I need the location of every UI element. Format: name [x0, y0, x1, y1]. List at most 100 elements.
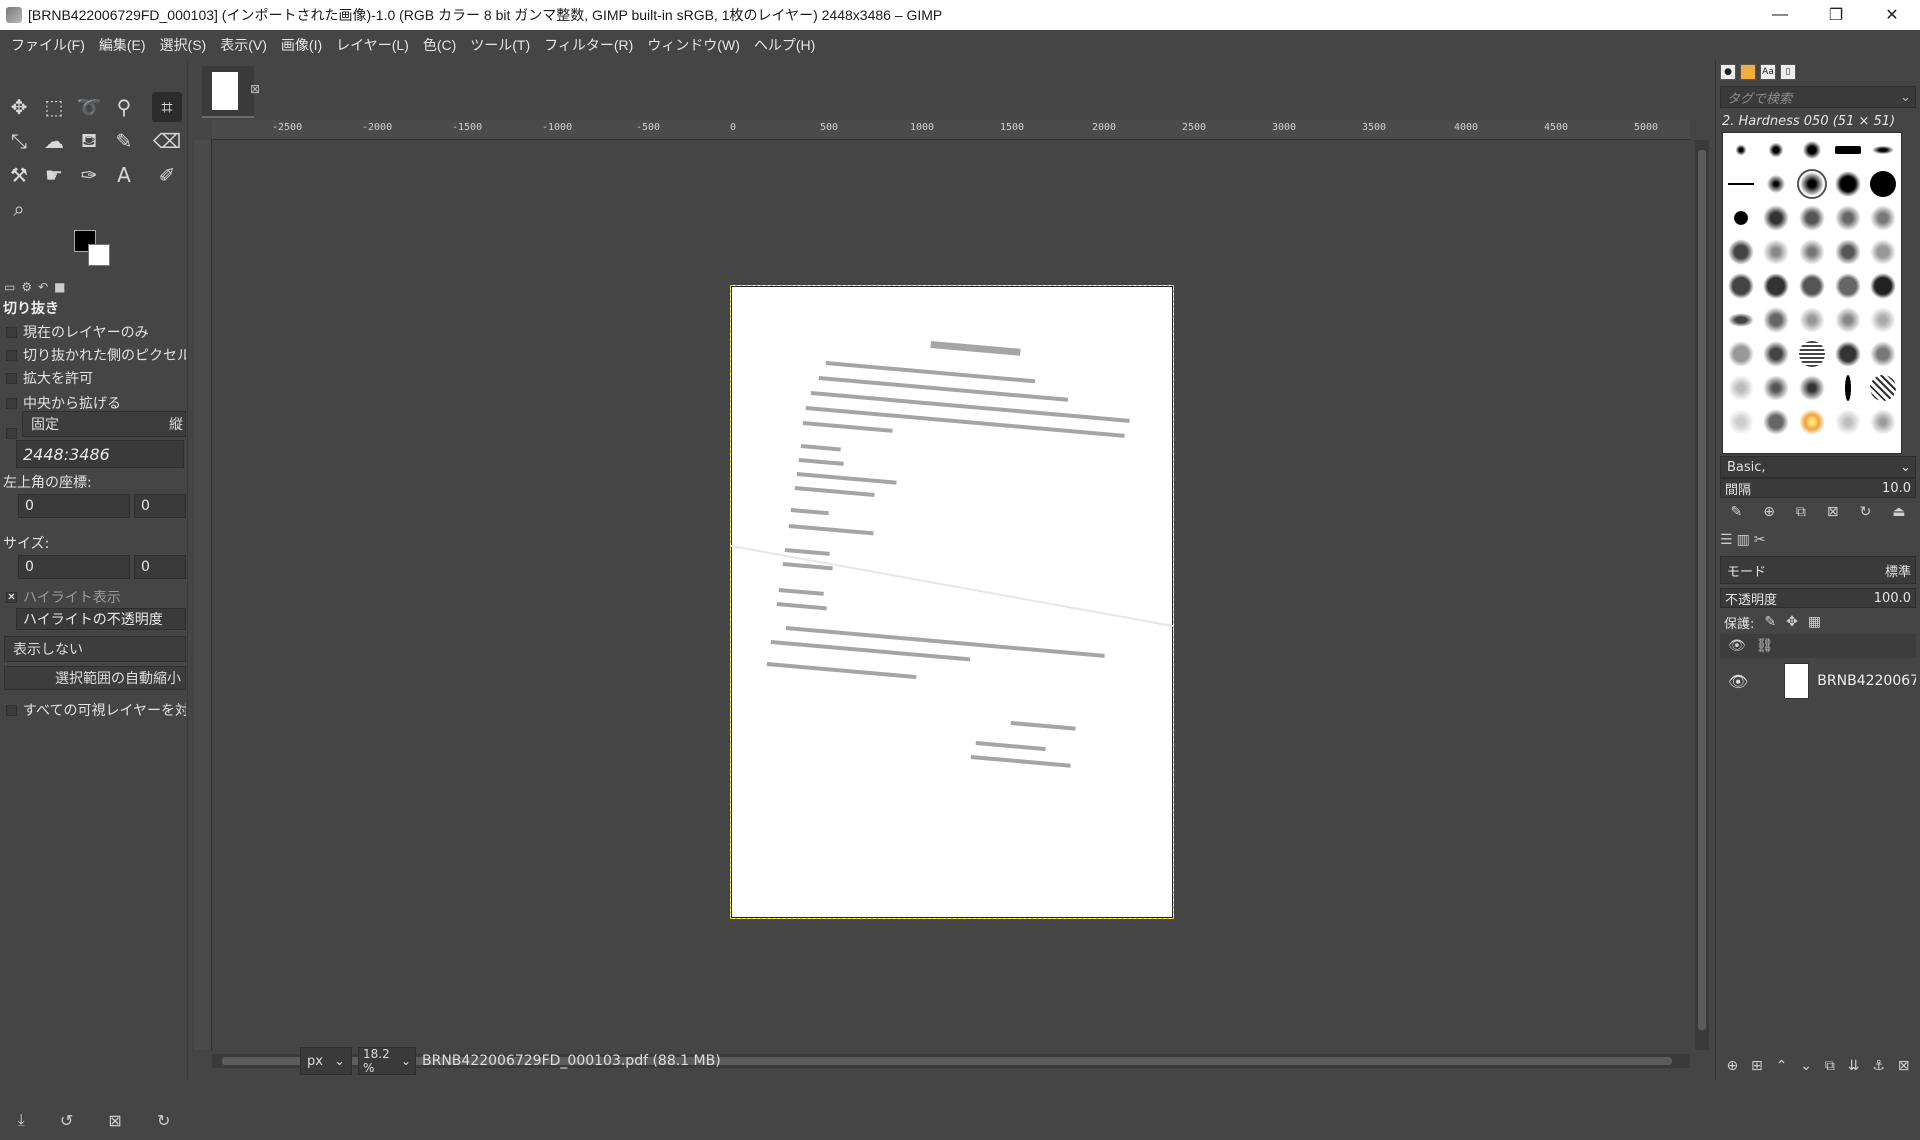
brush-item[interactable]: [1834, 273, 1861, 299]
duplicate-layer-icon[interactable]: ⧉: [1825, 1058, 1835, 1074]
patterns-tab-icon[interactable]: [1740, 64, 1756, 80]
vertical-scrollbar[interactable]: [1695, 140, 1709, 1050]
smudge-tool-icon[interactable]: ☛: [39, 160, 69, 190]
new-group-icon[interactable]: ⊞: [1751, 1058, 1763, 1074]
restore-options-icon[interactable]: ↺: [60, 1111, 73, 1130]
vertical-ruler[interactable]: [194, 140, 212, 1050]
layer-visibility-eye-icon[interactable]: 👁: [1728, 672, 1748, 691]
transform-tool-icon[interactable]: ⤡: [4, 126, 34, 156]
checkbox[interactable]: [6, 397, 17, 409]
new-layer-icon[interactable]: ⊕: [1726, 1058, 1738, 1074]
position-x-field[interactable]: 0: [18, 494, 130, 518]
eraser-tool-icon[interactable]: ⌫: [152, 126, 182, 156]
raise-layer-icon[interactable]: ⌃: [1776, 1058, 1788, 1074]
unit-dropdown[interactable]: px ⌄: [300, 1047, 352, 1075]
menu-filters[interactable]: フィルター(R): [537, 35, 640, 55]
brush-spacing-slider[interactable]: 間隔 10.0: [1720, 478, 1916, 498]
size-height-field[interactable]: 0: [134, 555, 186, 579]
brush-item[interactable]: [1727, 409, 1754, 435]
brush-item[interactable]: [1834, 409, 1861, 435]
delete-layer-icon[interactable]: ⊠: [1898, 1058, 1910, 1074]
checkbox[interactable]: [6, 349, 17, 361]
brush-item[interactable]: [1870, 239, 1897, 265]
brush-item[interactable]: [1870, 273, 1897, 299]
restore-button[interactable]: ❐: [1808, 0, 1864, 30]
brush-item[interactable]: [1870, 307, 1897, 333]
color-swatches[interactable]: [74, 230, 124, 276]
document-image[interactable]: [730, 285, 1174, 919]
brush-item[interactable]: [1763, 307, 1790, 333]
guides-dropdown[interactable]: 表示しない: [4, 636, 186, 662]
edit-brush-icon[interactable]: ✎: [1730, 504, 1742, 520]
delete-cropped-option[interactable]: 切り抜かれた側のピクセル: [6, 345, 186, 365]
brush-item[interactable]: [1834, 205, 1861, 231]
brush-item[interactable]: [1763, 273, 1790, 299]
channels-tab-icon[interactable]: ▥: [1737, 532, 1750, 550]
brush-item-selected[interactable]: [1796, 169, 1827, 199]
new-brush-icon[interactable]: ⊕: [1763, 504, 1775, 520]
delete-options-icon[interactable]: ⊠: [108, 1111, 121, 1130]
undo-history-tab-icon[interactable]: ↶: [38, 280, 48, 294]
brush-item[interactable]: [1870, 145, 1897, 155]
fuzzy-select-tool-icon[interactable]: ⚲: [109, 92, 139, 122]
brush-item[interactable]: [1798, 273, 1825, 299]
duplicate-brush-icon[interactable]: ⧉: [1796, 504, 1806, 520]
current-layer-only-option[interactable]: 現在のレイヤーのみ: [6, 322, 186, 342]
fonts-tab-icon[interactable]: Aa: [1760, 64, 1776, 80]
brush-item[interactable]: [1834, 146, 1861, 154]
lasso-tool-icon[interactable]: ➰: [74, 92, 104, 122]
brush-item[interactable]: [1870, 409, 1897, 435]
layer-opacity-slider[interactable]: 不透明度 100.0: [1720, 588, 1916, 608]
brush-item[interactable]: [1798, 375, 1825, 401]
brush-item[interactable]: [1870, 205, 1897, 231]
lock-position-icon[interactable]: ✥: [1786, 614, 1798, 630]
allow-growing-option[interactable]: 拡大を許可: [6, 368, 186, 388]
menu-edit[interactable]: 編集(E): [92, 35, 153, 55]
menu-select[interactable]: 選択(S): [153, 35, 214, 55]
auto-shrink-button[interactable]: 選択範囲の自動縮小: [4, 666, 186, 690]
checkbox[interactable]: ✕: [6, 591, 17, 603]
brush-item[interactable]: [1727, 341, 1754, 367]
lower-layer-icon[interactable]: ⌄: [1800, 1058, 1812, 1074]
menu-tools[interactable]: ツール(T): [463, 35, 537, 55]
brush-item[interactable]: [1798, 239, 1825, 265]
fixed-mode-dropdown[interactable]: 固定 縦: [22, 411, 186, 437]
merge-layer-icon[interactable]: ⇊: [1848, 1058, 1860, 1074]
menu-view[interactable]: 表示(V): [213, 35, 274, 55]
zoom-dropdown[interactable]: 18.2 % ⌄: [358, 1047, 416, 1075]
brush-item[interactable]: [1727, 273, 1754, 299]
menu-layer[interactable]: レイヤー(L): [329, 35, 416, 55]
device-status-tab-icon[interactable]: ⚙: [21, 280, 32, 294]
brush-item[interactable]: [1834, 171, 1861, 197]
save-options-icon[interactable]: ⤓: [18, 1110, 25, 1130]
menu-help[interactable]: ヘルプ(H): [747, 35, 822, 55]
rect-select-tool-icon[interactable]: ⬚: [39, 92, 69, 122]
lock-alpha-icon[interactable]: ▦: [1808, 614, 1821, 630]
brush-item[interactable]: [1763, 239, 1790, 265]
image-tab[interactable]: [202, 66, 254, 118]
highlight-option[interactable]: ✕ ハイライト表示: [6, 587, 186, 607]
warp-tool-icon[interactable]: ☁: [39, 126, 69, 156]
brush-grid[interactable]: [1722, 132, 1902, 454]
refresh-brushes-icon[interactable]: ↻: [1860, 504, 1872, 520]
layer-mode-dropdown[interactable]: モード 標準: [1720, 556, 1916, 584]
brush-item[interactable]: [1834, 341, 1861, 367]
minimize-button[interactable]: —: [1752, 0, 1808, 30]
brush-item[interactable]: [1763, 375, 1790, 401]
close-button[interactable]: ✕: [1864, 0, 1920, 30]
anchor-layer-icon[interactable]: ⚓: [1872, 1058, 1885, 1074]
crop-tool-icon[interactable]: ⌗: [152, 92, 182, 122]
layers-tab-icon[interactable]: ☰: [1720, 532, 1733, 550]
menu-file[interactable]: ファイル(F): [4, 35, 92, 55]
close-tab-icon[interactable]: ⊠: [250, 82, 260, 96]
bucket-fill-tool-icon[interactable]: ⛾: [74, 126, 104, 156]
open-brush-icon[interactable]: ⏏: [1892, 504, 1905, 520]
delete-brush-icon[interactable]: ⊠: [1827, 504, 1839, 520]
brush-item[interactable]: [1870, 341, 1897, 367]
lock-pixels-icon[interactable]: ✎: [1764, 614, 1776, 630]
brush-item[interactable]: [1870, 171, 1897, 197]
scroll-thumb[interactable]: [1698, 150, 1706, 1030]
document-history-tab-icon[interactable]: ▯: [1780, 64, 1796, 80]
tool-options-tab-icon[interactable]: ▭: [4, 280, 15, 294]
brush-item[interactable]: [1763, 171, 1790, 197]
